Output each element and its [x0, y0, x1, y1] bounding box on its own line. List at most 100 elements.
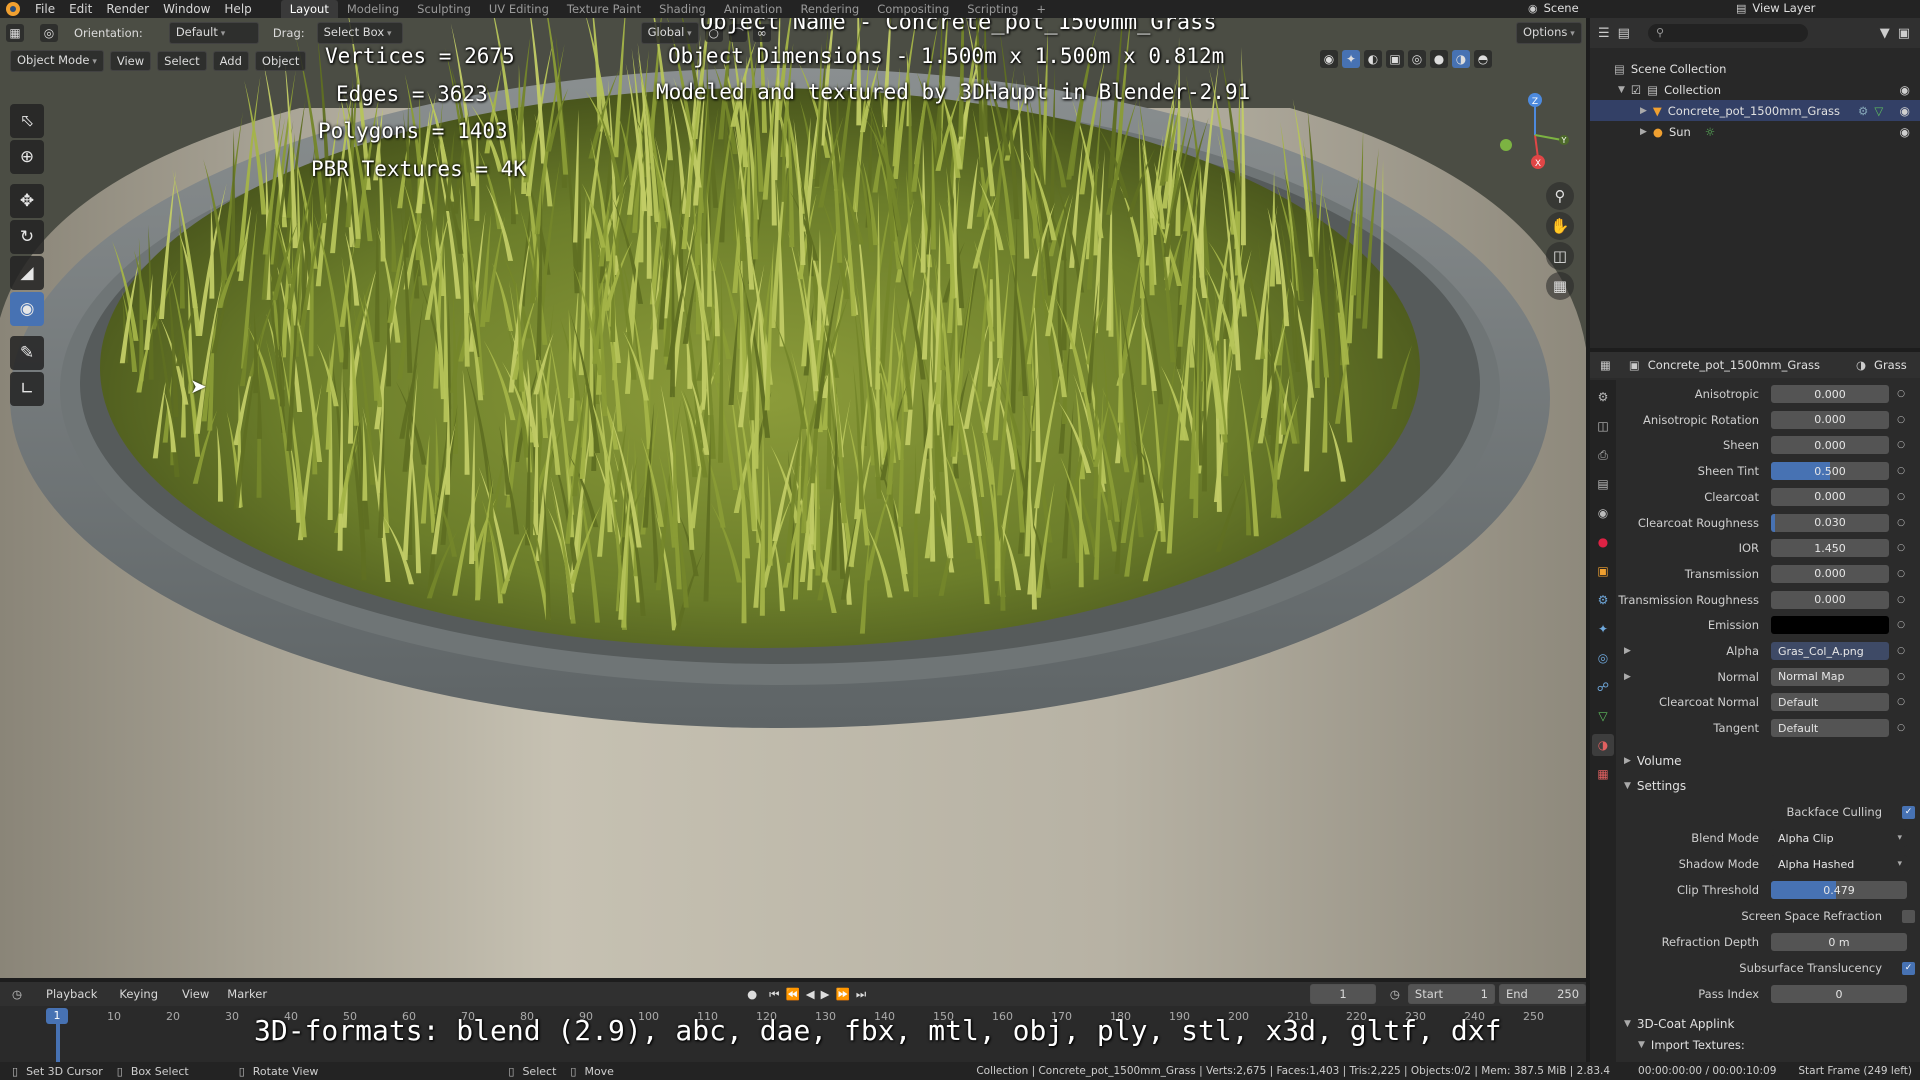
- prev-keyframe-icon[interactable]: ⏪: [785, 987, 799, 1001]
- record-icon[interactable]: ●: [747, 987, 757, 1001]
- shadow-mode-field[interactable]: Alpha Hashed: [1771, 855, 1907, 873]
- socket-dot-icon[interactable]: ○: [1895, 543, 1907, 553]
- checkbox[interactable]: [1902, 909, 1915, 923]
- prop-field-transmission-roughness[interactable]: 0.000: [1771, 590, 1889, 609]
- expand-icon[interactable]: ▶: [1624, 646, 1631, 656]
- output-properties-icon[interactable]: ⎙: [1592, 444, 1614, 466]
- workspace-tab-animation[interactable]: Animation: [715, 0, 792, 18]
- start-frame-field[interactable]: Start 1: [1407, 984, 1495, 1004]
- clip-threshold-field[interactable]: 0.479: [1771, 881, 1907, 899]
- world-properties-icon[interactable]: ●: [1592, 531, 1614, 553]
- prop-field-anisotropic[interactable]: 0.000: [1771, 385, 1889, 403]
- workspace-tab-rendering[interactable]: Rendering: [791, 0, 868, 18]
- transform-tool-icon[interactable]: ◉: [10, 292, 44, 326]
- outliner-search-input[interactable]: ⚲: [1647, 24, 1808, 42]
- camera-view-icon[interactable]: ◫: [1546, 242, 1574, 270]
- outliner-scene-collection[interactable]: ▤ Scene Collection: [1590, 58, 1920, 79]
- solid-shading-icon[interactable]: ●: [1430, 50, 1448, 68]
- xray-icon[interactable]: ▣: [1386, 50, 1404, 68]
- tool-properties-icon[interactable]: ⚙: [1592, 386, 1614, 408]
- marker-menu[interactable]: Marker: [227, 987, 267, 1001]
- select-box-tool-icon[interactable]: ⬁: [10, 104, 44, 138]
- collection-checkbox-icon[interactable]: ☑: [1631, 83, 1641, 97]
- workspace-tab-uv-editing[interactable]: UV Editing: [480, 0, 558, 18]
- outliner-collection[interactable]: ▼ ☑ ▤ Collection ◉: [1590, 79, 1920, 100]
- overlay-toggle-icon[interactable]: ◐: [1364, 50, 1382, 68]
- select-menu[interactable]: Select: [157, 51, 207, 71]
- checkbox[interactable]: ✓: [1902, 805, 1915, 819]
- drag-dropdown[interactable]: Select Box: [316, 22, 403, 44]
- prop-field-transmission[interactable]: 0.000: [1771, 564, 1889, 583]
- annotate-tool-icon[interactable]: ✎: [10, 336, 44, 370]
- settings-section[interactable]: ▼ Settings: [1616, 774, 1920, 798]
- socket-dot-icon[interactable]: ○: [1895, 415, 1907, 425]
- socket-dot-icon[interactable]: ○: [1895, 620, 1907, 630]
- physics-properties-icon[interactable]: ◎: [1592, 647, 1614, 669]
- menu-help[interactable]: Help: [217, 0, 258, 18]
- texture-properties-icon[interactable]: ▦: [1592, 763, 1614, 785]
- perspective-grid-icon[interactable]: ▦: [1546, 272, 1574, 300]
- scene-properties-icon[interactable]: ◉: [1592, 502, 1614, 524]
- scene-icon[interactable]: ◉: [1528, 2, 1538, 15]
- workspace-tab-scripting[interactable]: Scripting: [958, 0, 1027, 18]
- backface-culling-row[interactable]: Backface Culling ✓: [1616, 801, 1920, 823]
- view-layer-properties-icon[interactable]: ▤: [1592, 473, 1614, 495]
- current-frame-field[interactable]: 1: [1310, 984, 1376, 1004]
- modifier-properties-icon[interactable]: ⚙: [1592, 589, 1614, 611]
- prop-field-ior[interactable]: 1.450: [1771, 539, 1889, 558]
- jump-start-icon[interactable]: ⏮: [769, 987, 779, 1002]
- workspace-tab-modeling[interactable]: Modeling: [338, 0, 408, 18]
- gizmo-toggle-icon[interactable]: ✦: [1342, 50, 1360, 68]
- transform-pivot-icon[interactable]: ◎: [40, 24, 58, 42]
- checkbox[interactable]: ✓: [1902, 961, 1915, 975]
- preview-range-icon[interactable]: ◷: [1390, 987, 1400, 1001]
- prop-field-clearcoat-roughness[interactable]: 0.030: [1771, 513, 1889, 532]
- blend-mode-field[interactable]: Alpha Clip: [1771, 829, 1907, 847]
- workspace-tab-texture-paint[interactable]: Texture Paint: [558, 0, 650, 18]
- workspace-tab-shading[interactable]: Shading: [650, 0, 715, 18]
- expand-icon[interactable]: ▶: [1624, 672, 1631, 682]
- next-keyframe-icon[interactable]: ⏩: [836, 987, 850, 1001]
- 3d-viewport[interactable]: ▦ ◎ Orientation: Default Drag: Select Bo…: [0, 18, 1586, 978]
- view-menu[interactable]: View: [109, 51, 152, 71]
- material-shading-icon[interactable]: ◑: [1452, 50, 1470, 68]
- editor-type-icon[interactable]: ▦: [6, 24, 24, 42]
- collection-visibility-icon[interactable]: ◉: [1900, 83, 1910, 97]
- menu-edit[interactable]: Edit: [62, 0, 99, 18]
- socket-dot-icon[interactable]: ○: [1895, 646, 1907, 656]
- end-frame-field[interactable]: End 250: [1498, 984, 1587, 1004]
- socket-dot-icon[interactable]: ○: [1895, 466, 1907, 476]
- filter-icon[interactable]: ▼: [1880, 26, 1890, 41]
- screen-space-refraction-row[interactable]: Screen Space Refraction: [1616, 905, 1920, 927]
- view-layer-name[interactable]: View Layer: [1752, 1, 1815, 15]
- add-workspace-icon[interactable]: +: [1027, 0, 1055, 18]
- pan-hand-icon[interactable]: ✋: [1546, 212, 1574, 240]
- workspace-tab-layout[interactable]: Layout: [280, 0, 338, 18]
- cursor-tool-icon[interactable]: ⊕: [10, 140, 44, 174]
- new-collection-icon[interactable]: ▣: [1898, 26, 1910, 41]
- prop-field-clearcoat-normal[interactable]: Default: [1771, 693, 1889, 712]
- rendered-shading-icon[interactable]: ◓: [1474, 50, 1492, 68]
- socket-dot-icon[interactable]: ○: [1895, 492, 1907, 502]
- play-reverse-icon[interactable]: ◀: [806, 987, 815, 1001]
- scene-name[interactable]: Scene: [1544, 1, 1579, 15]
- timeline-editor-icon[interactable]: ◷: [12, 987, 22, 1001]
- properties-editor-icon[interactable]: ▦: [1600, 358, 1611, 372]
- blender-logo-icon[interactable]: [6, 2, 20, 16]
- wireframe-shading-icon[interactable]: ◎: [1408, 50, 1426, 68]
- socket-dot-icon[interactable]: ○: [1895, 389, 1907, 399]
- prop-field-normal[interactable]: Normal Map: [1771, 667, 1889, 686]
- refraction-depth-field[interactable]: 0 m: [1771, 933, 1907, 951]
- material-properties-icon[interactable]: ◑: [1592, 734, 1614, 756]
- zoom-icon[interactable]: ⚲: [1546, 182, 1574, 210]
- transform-orientation-dropdown[interactable]: Global: [640, 22, 699, 44]
- outliner-object-row[interactable]: ▶ ▼ Concrete_pot_1500mm_Grass ⚙ ▽ ◉: [1590, 100, 1920, 121]
- navigation-gizmo[interactable]: Z X Y: [1490, 90, 1580, 180]
- prop-field-tangent[interactable]: Default: [1771, 719, 1889, 738]
- sun-visibility-icon[interactable]: ◉: [1900, 125, 1910, 139]
- socket-dot-icon[interactable]: ○: [1895, 440, 1907, 450]
- scale-tool-icon[interactable]: ◢: [10, 256, 44, 290]
- orientation-dropdown[interactable]: Default: [168, 22, 259, 44]
- pass-index-field[interactable]: 0: [1771, 985, 1907, 1003]
- prop-field-clearcoat[interactable]: 0.000: [1771, 487, 1889, 506]
